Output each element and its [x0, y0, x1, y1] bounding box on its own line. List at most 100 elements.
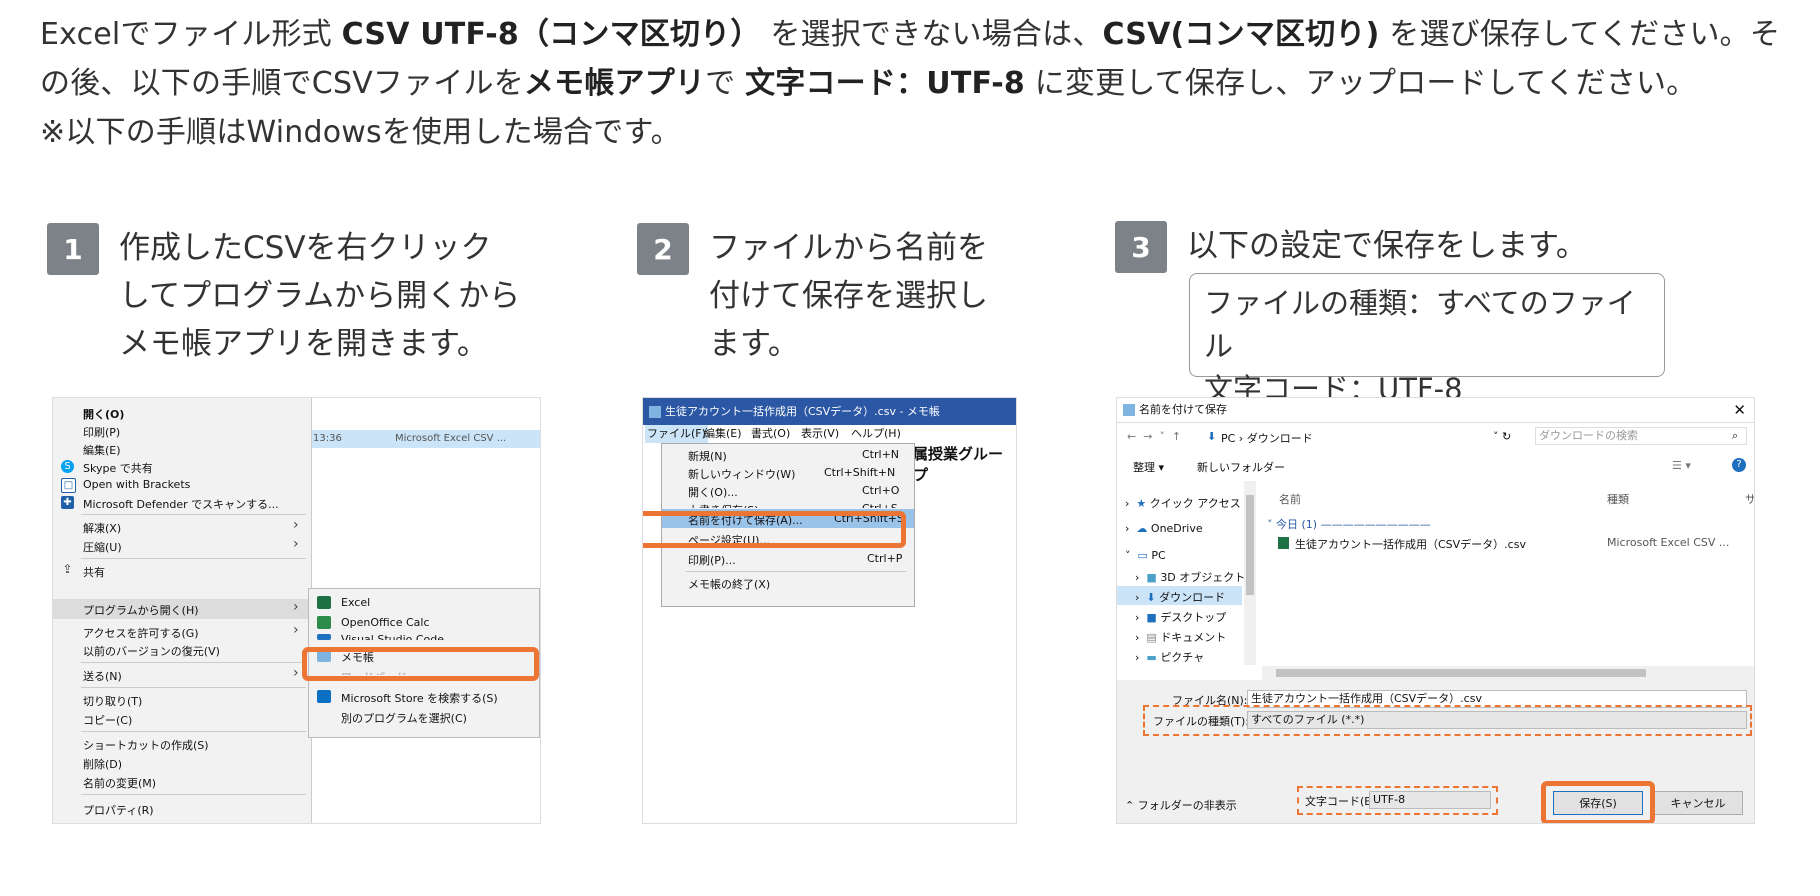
menu-item[interactable]: Skype で共有: [83, 460, 153, 476]
menu-divider: [686, 571, 906, 572]
file-row: 13:36 Microsoft Excel CSV ...: [311, 430, 540, 448]
hide-folders-button[interactable]: ⌃ フォルダーの非表示: [1125, 797, 1237, 813]
intro-paragraph: Excelでファイル形式 CSV UTF-8（コンマ区切り） を選択できない場合…: [40, 10, 1800, 157]
menu-item[interactable]: 印刷(P): [83, 424, 120, 440]
menu-divider: [81, 731, 306, 732]
nav-pane: › ★ クイック アクセス › ☁ OneDrive ˅ ▭ PC › ■ 3D…: [1117, 481, 1267, 680]
chevron-right-icon: ›: [293, 517, 299, 533]
menu-item[interactable]: 送る(N): [83, 668, 122, 684]
menu-item[interactable]: 新しいウィンドウ(W): [688, 466, 795, 482]
excel-icon: [317, 596, 331, 609]
file-item-type: Microsoft Excel CSV ...: [1607, 536, 1730, 549]
step-number-badge: 2: [637, 223, 689, 275]
menu-item[interactable]: 上書き保存(S): [688, 502, 759, 508]
highlight-notepad-box: [302, 647, 539, 681]
menu-item[interactable]: 切り取り(T): [83, 693, 142, 709]
submenu-item[interactable]: 別のプログラムを選択(C): [341, 710, 467, 726]
step-line: 作成したCSVを右クリック: [119, 230, 492, 266]
tree-item[interactable]: › ★ クイック アクセス: [1125, 495, 1241, 511]
step-2-text: ファイルから名前を 付けて保存を選択し ます。: [709, 224, 988, 368]
share-icon: ⇪: [62, 562, 73, 576]
menu-help[interactable]: ヘルプ(H): [851, 425, 901, 443]
shortcut: Ctrl+S: [862, 502, 898, 508]
refresh-icon[interactable]: ˅ ↻: [1493, 430, 1511, 443]
step-line: 付けて保存を選択し: [709, 278, 988, 314]
screenshot-context-menu: 13:36 Microsoft Excel CSV ... 開く(O) 印刷(P…: [52, 397, 541, 824]
menu-file[interactable]: ファイル(F): [645, 425, 708, 443]
settings-box: ファイルの種類：すべてのファイル 文字コード：UTF-8: [1189, 273, 1665, 406]
scrollbar[interactable]: [1244, 481, 1256, 665]
menu-item[interactable]: 解凍(X): [83, 520, 121, 536]
menu-view[interactable]: 表示(V): [801, 425, 839, 443]
highlight-encoding-box: [1297, 786, 1498, 815]
step-line: してプログラムから開くから: [119, 278, 521, 314]
menu-item[interactable]: Open with Brackets: [83, 478, 190, 491]
column-header-name[interactable]: 名前: [1279, 491, 1301, 507]
breadcrumb[interactable]: PC › ダウンロード: [1221, 430, 1313, 446]
menu-edit[interactable]: 編集(E): [704, 425, 742, 443]
menu-item[interactable]: 名前の変更(M): [83, 775, 156, 791]
submenu-item[interactable]: OpenOffice Calc: [341, 616, 430, 629]
menu-item[interactable]: 以前のバージョンの復元(V): [83, 643, 220, 659]
close-icon[interactable]: ✕: [1733, 398, 1746, 422]
new-folder-button[interactable]: 新しいフォルダー: [1197, 459, 1285, 475]
skype-icon: S: [61, 460, 74, 473]
menu-item[interactable]: 編集(E): [83, 442, 121, 458]
dialog-title-bar: 名前を付けて保存 ✕: [1117, 398, 1754, 423]
menu-item[interactable]: 新規(N): [688, 448, 727, 464]
h-scrollbar[interactable]: [1262, 666, 1754, 680]
help-icon[interactable]: ?: [1732, 458, 1746, 472]
tree-item[interactable]: ˅ ▭ PC: [1125, 549, 1166, 562]
document-text: 属授業グループ: [913, 445, 1004, 484]
step-3: 3 以下の設定で保存をします。: [1115, 221, 1587, 273]
menu-divider: [81, 794, 306, 795]
intro-notepad: メモ帳アプリ: [523, 66, 706, 101]
intro-text: で: [705, 66, 746, 101]
tree-item[interactable]: › ■ デスクトップ: [1135, 609, 1226, 625]
menu-item[interactable]: メモ帳の終了(X): [688, 576, 770, 592]
submenu-item[interactable]: Microsoft Store を検索する(S): [341, 690, 498, 706]
tree-item[interactable]: › ▬ ピクチャ: [1135, 649, 1204, 665]
menu-item[interactable]: 印刷(P)...: [688, 552, 736, 568]
file-item-name[interactable]: 生徒アカウント一括作成用（CSVデータ）.csv: [1295, 536, 1526, 552]
intro-format-utf8: CSV UTF-8（コンマ区切り）: [341, 17, 761, 52]
window-title: 生徒アカウント一括作成用（CSVデータ）.csv - メモ帳: [665, 405, 940, 418]
tree-item[interactable]: › ☁ OneDrive: [1125, 522, 1203, 535]
nav-arrows[interactable]: ← → ˅ ↑: [1127, 430, 1181, 443]
step-number-badge: 1: [47, 223, 99, 275]
tree-item[interactable]: › ▤ ドキュメント: [1135, 629, 1226, 645]
step-1: 1 作成したCSVを右クリック してプログラムから開くから メモ帳アプリを開きま…: [47, 223, 520, 368]
menu-item[interactable]: 圧縮(U): [83, 539, 122, 555]
menu-item-open-with[interactable]: プログラムから開く(H): [83, 602, 199, 618]
search-icon: ⌕: [1732, 429, 1739, 442]
menu-item[interactable]: 削除(D): [83, 756, 122, 772]
chevron-right-icon: ›: [293, 536, 299, 552]
menu-item[interactable]: ショートカットの作成(S): [83, 737, 209, 753]
menu-item[interactable]: アクセスを許可する(G): [83, 625, 199, 641]
settings-filetype: ファイルの種類：すべてのファイル: [1204, 286, 1636, 363]
organize-button[interactable]: 整理 ▾: [1133, 459, 1164, 475]
tree-item[interactable]: › ⬇ ダウンロード: [1135, 589, 1225, 605]
submenu-item[interactable]: Visual Studio Code: [341, 633, 444, 640]
shortcut: Ctrl+P: [867, 552, 903, 565]
cancel-button[interactable]: キャンセル: [1653, 791, 1743, 815]
menu-item[interactable]: 開く(O)...: [688, 484, 738, 500]
menu-item[interactable]: 開く(O): [83, 406, 124, 422]
menu-divider: [81, 687, 306, 688]
column-header-type[interactable]: 種類: [1607, 491, 1629, 507]
menu-item[interactable]: 共有: [83, 564, 105, 580]
search-input[interactable]: ダウンロードの検索: [1535, 427, 1747, 445]
chevron-right-icon: ›: [293, 665, 299, 681]
menu-item[interactable]: プロパティ(R): [83, 802, 154, 818]
submenu-item[interactable]: Excel: [341, 596, 370, 609]
download-arrow-icon: ⬇: [1207, 430, 1217, 443]
shortcut: Ctrl+O: [862, 484, 900, 497]
menu-item[interactable]: コピー(C): [83, 712, 132, 728]
view-icon[interactable]: ☰ ▾: [1672, 459, 1691, 472]
menu-item[interactable]: Microsoft Defender でスキャンする...: [83, 496, 279, 512]
tree-item[interactable]: › ■ 3D オブジェクト: [1135, 569, 1245, 585]
column-header-size[interactable]: サ: [1745, 491, 1754, 507]
file-type: Microsoft Excel CSV ...: [395, 433, 507, 444]
menu-format[interactable]: 書式(O): [751, 425, 790, 443]
group-header[interactable]: ˅ 今日 (1) ——————————: [1267, 516, 1431, 532]
